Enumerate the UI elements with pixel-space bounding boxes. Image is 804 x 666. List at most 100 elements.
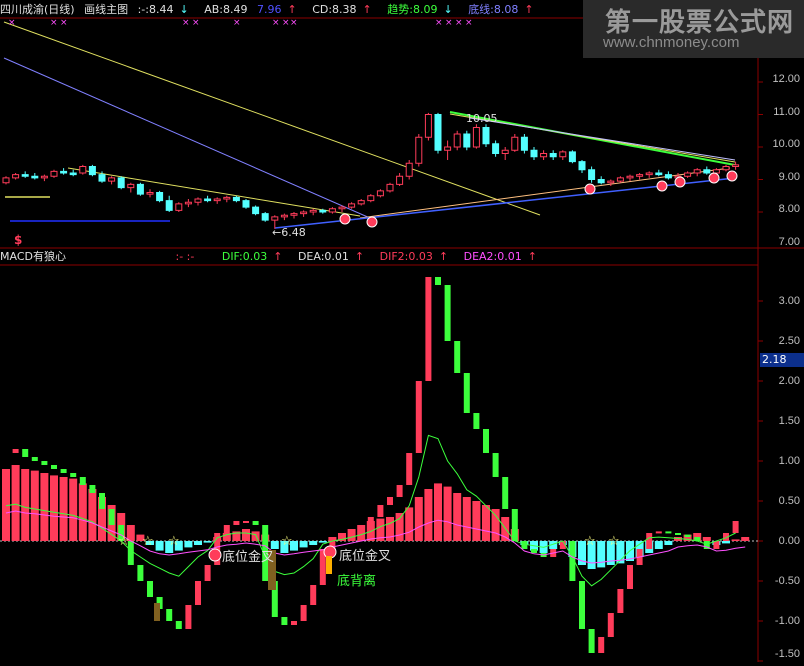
dif-bar	[511, 509, 518, 541]
macd-tick: 2.50	[778, 335, 800, 347]
candle-body	[405, 162, 413, 177]
dea-value: DEA:0.01 ↑	[297, 250, 365, 263]
candle-body	[88, 166, 96, 176]
candle-body	[722, 166, 730, 171]
dea2-value: DEA2:0.01 ↑	[463, 250, 537, 263]
candle-body	[415, 136, 423, 164]
main-chart-label: 画线主图	[84, 3, 129, 16]
candle-body	[492, 143, 500, 154]
macd-tick: 2.00	[778, 375, 800, 387]
dif-bar	[22, 449, 29, 457]
dif-bar	[454, 341, 461, 373]
candle-body	[472, 127, 480, 148]
price-tick: 10.00	[772, 138, 800, 150]
macd-histogram-bar	[405, 507, 414, 541]
macd-histogram-bar	[50, 475, 58, 541]
candle-body	[290, 213, 298, 216]
dif-bar	[223, 525, 230, 533]
macd-histogram-bar	[194, 541, 202, 545]
dif-bar	[291, 621, 297, 625]
divergence-bar	[326, 556, 332, 574]
candle-body	[175, 203, 183, 211]
dif-bar	[99, 493, 105, 509]
macd-histogram-bar	[184, 541, 193, 548]
stock-chart[interactable]: ×××××××××××××××☆☆☆☆☆☆	[0, 0, 804, 662]
macd-histogram-bar	[414, 497, 423, 541]
candle-body	[252, 206, 260, 215]
bottom-line-value: 底线:8.08 ↑	[468, 3, 534, 16]
dif-bar	[387, 497, 393, 505]
candle-body	[597, 179, 605, 184]
candle-body	[444, 146, 452, 151]
price-tick: 9.00	[778, 171, 800, 183]
dif-bar	[435, 277, 441, 285]
candle-body	[271, 216, 279, 221]
x-marker: ×	[182, 18, 190, 28]
macd-histogram-bar	[664, 541, 673, 545]
candle-body	[98, 174, 106, 182]
candle-body	[136, 183, 144, 195]
macd-histogram-bar	[453, 493, 462, 541]
signal-marker	[726, 170, 738, 182]
signal-marker	[584, 183, 596, 195]
dif-bar	[531, 549, 537, 553]
dif-bar	[137, 565, 144, 581]
trend-line-yellow-2	[67, 167, 361, 217]
ab-value: AB:8.49 7.96 ↑	[204, 3, 297, 16]
dif-bar	[166, 609, 173, 621]
candle-body	[463, 133, 471, 148]
candle-body	[501, 149, 509, 154]
x-marker: ×	[60, 18, 68, 28]
star-marker: ☆	[168, 534, 180, 549]
candle-body	[50, 170, 58, 177]
macd-dash: :- :-	[175, 250, 195, 263]
candle-body	[300, 211, 308, 215]
candle-body	[540, 153, 548, 158]
candle-body	[664, 174, 672, 179]
macd-histogram-bar	[155, 541, 164, 551]
macd-tick: -1.50	[774, 648, 800, 660]
candle-body	[280, 214, 288, 218]
x-marker: ×	[455, 18, 463, 28]
x-marker: ×	[282, 18, 290, 28]
price-tick: 7.00	[778, 236, 800, 248]
candle-body	[693, 169, 701, 174]
candle-body	[232, 196, 240, 202]
watermark: 第一股票公式网 www.chnmoney.com	[583, 0, 804, 58]
s-mark: $	[14, 233, 23, 247]
dif-bar	[51, 465, 57, 469]
candle-body	[21, 174, 29, 177]
macd-tick: 1.00	[778, 455, 800, 467]
candle-body	[79, 166, 87, 174]
candle-body	[328, 208, 336, 213]
x-marker: ×	[50, 18, 58, 28]
dif-bar	[358, 525, 365, 532]
dif-bar	[415, 381, 422, 453]
golden-cross-label-1: 底位金叉	[222, 550, 275, 565]
candle-body	[127, 183, 135, 189]
macd-histogram-bar	[299, 541, 308, 548]
dif-bar	[147, 581, 153, 597]
dif-bar	[406, 453, 413, 485]
x-marker: ×	[290, 18, 298, 28]
macd-histogram-bar	[731, 539, 740, 541]
dif-bar	[588, 629, 595, 653]
macd-histogram-bar	[491, 509, 500, 541]
macd-histogram-bar	[318, 541, 327, 543]
price-tick: 8.00	[778, 203, 800, 215]
candle-body	[108, 177, 116, 182]
macd-histogram-bar	[59, 477, 68, 541]
cd-value: CD:8.38 ↑	[312, 3, 372, 16]
candle-body	[732, 164, 740, 167]
macd-current-value: 2.18	[760, 353, 804, 367]
dif-bar	[195, 581, 201, 605]
candle-body	[568, 151, 576, 163]
candle-body	[396, 175, 404, 185]
star-marker: ☆	[118, 534, 130, 549]
candle-body	[357, 200, 365, 205]
candle-body	[482, 127, 490, 145]
macd-histogram-bar	[21, 469, 30, 541]
golden-cross-label-2: 底位金叉	[339, 549, 392, 564]
price-tick: 12.00	[772, 73, 800, 85]
dif-bar	[655, 531, 662, 534]
